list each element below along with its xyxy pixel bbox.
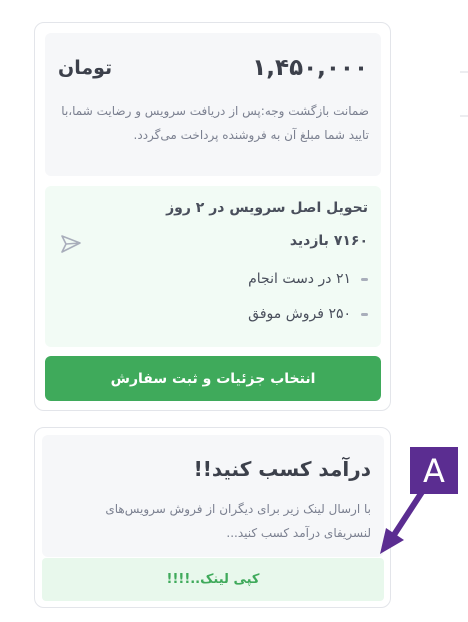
- affiliate-title: درآمد کسب کنید!!: [193, 457, 371, 481]
- guarantee-text: ضمانت بازگشت وجه:پس از دریافت سرویس و رض…: [61, 104, 369, 142]
- copy-link-button[interactable]: کپی لینک..!!!!: [42, 558, 384, 601]
- successful-sales-stat: ۲۵۰ فروش موفق: [248, 306, 368, 322]
- affiliate-panel: درآمد کسب کنید!! با ارسال لینک زیر برای …: [42, 435, 384, 557]
- annotation-arrow-icon: [380, 489, 425, 554]
- affiliate-card: درآمد کسب کنید!! با ارسال لینک زیر برای …: [34, 427, 391, 608]
- successful-sales-label: ۲۵۰ فروش موفق: [248, 306, 351, 322]
- price-amount: ۱,۴۵۰,۰۰۰: [252, 55, 368, 81]
- service-info-panel: تحویل اصل سرویس در ۲ روز ۷۱۶۰ بازدید ۲۱ …: [45, 186, 381, 347]
- bullet-icon: [361, 277, 368, 281]
- edge-marks: [460, 71, 468, 117]
- delivery-time: تحویل اصل سرویس در ۲ روز: [166, 200, 368, 216]
- service-order-card: ۱,۴۵۰,۰۰۰ تومان ضمانت بازگشت وجه:پس از د…: [34, 22, 391, 411]
- view-count: ۷۱۶۰ بازدید: [289, 233, 368, 249]
- bullet-icon: [361, 312, 368, 316]
- price-currency: تومان: [58, 57, 113, 79]
- price-panel: ۱,۴۵۰,۰۰۰ تومان ضمانت بازگشت وجه:پس از د…: [45, 33, 381, 176]
- send-icon: [61, 235, 81, 253]
- in-progress-stat: ۲۱ در دست انجام: [248, 271, 368, 287]
- in-progress-label: ۲۱ در دست انجام: [248, 271, 351, 287]
- annotation-label: A: [410, 447, 458, 494]
- order-button[interactable]: انتخاب جزئیات و ثبت سفارش: [45, 356, 381, 401]
- affiliate-description: با ارسال لینک زیر برای دیگران از فروش سر…: [105, 502, 371, 540]
